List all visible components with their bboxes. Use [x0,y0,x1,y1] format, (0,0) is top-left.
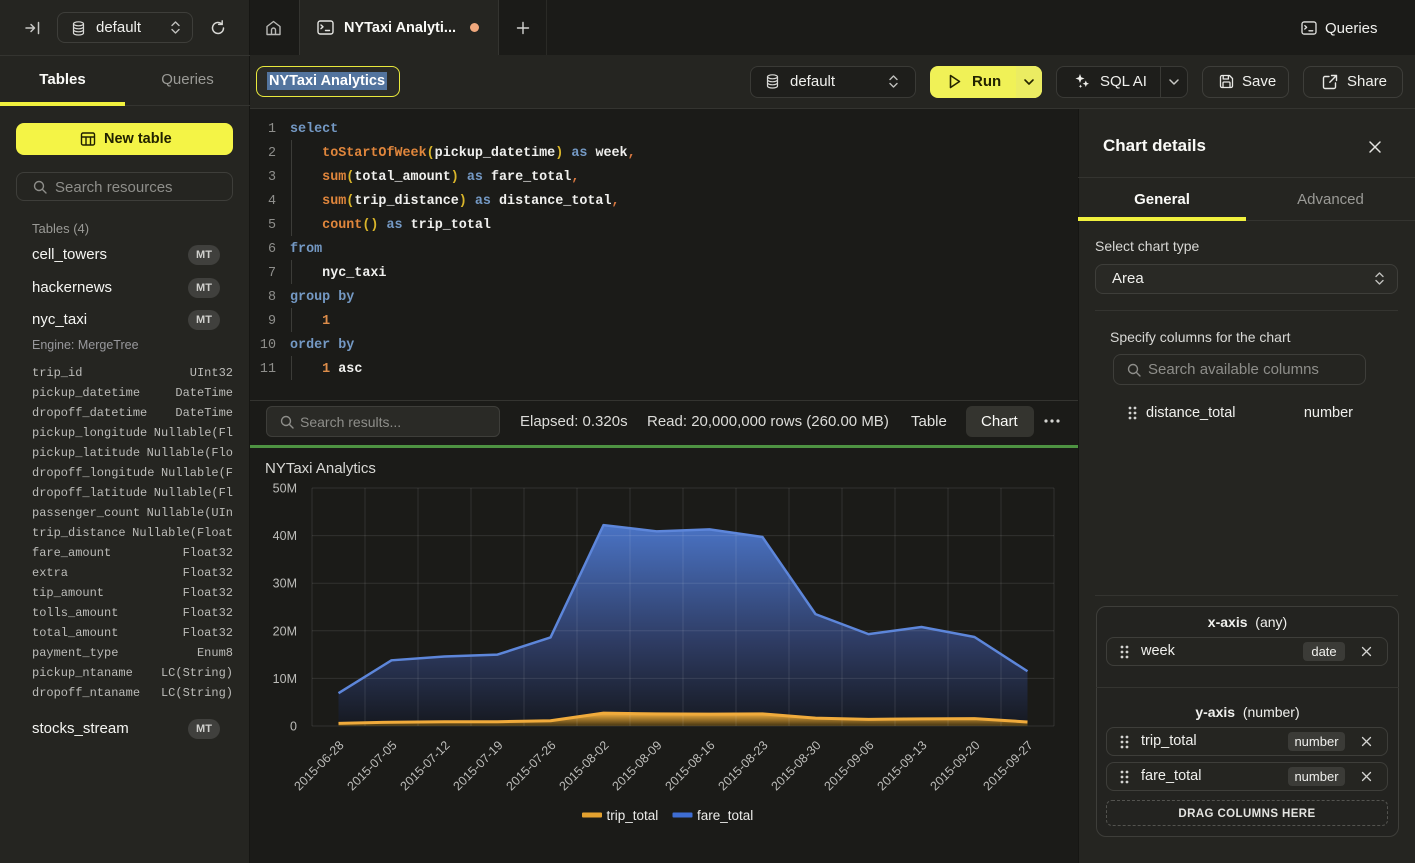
svg-text:2015-09-20: 2015-09-20 [928,738,983,793]
svg-text:30M: 30M [273,577,297,591]
svg-text:20M: 20M [273,624,297,638]
svg-text:2015-08-02: 2015-08-02 [557,738,612,793]
svg-text:2015-07-26: 2015-07-26 [504,738,559,793]
svg-text:2015-09-06: 2015-09-06 [822,738,877,793]
svg-text:trip_total: trip_total [607,808,659,823]
svg-text:2015-08-30: 2015-08-30 [769,738,824,793]
svg-text:2015-07-19: 2015-07-19 [451,738,506,793]
svg-text:2015-07-12: 2015-07-12 [398,738,453,793]
svg-text:2015-07-05: 2015-07-05 [345,738,400,793]
svg-text:2015-08-16: 2015-08-16 [663,738,718,793]
svg-text:0: 0 [290,720,297,734]
svg-text:2015-08-09: 2015-08-09 [610,738,665,793]
svg-text:50M: 50M [273,482,297,496]
svg-text:2015-06-28: 2015-06-28 [292,738,347,793]
svg-text:40M: 40M [273,529,297,543]
svg-text:10M: 10M [273,672,297,686]
svg-text:2015-09-13: 2015-09-13 [875,738,930,793]
svg-text:2015-08-23: 2015-08-23 [716,738,771,793]
svg-text:2015-09-27: 2015-09-27 [981,738,1036,793]
svg-text:fare_total: fare_total [697,808,753,823]
